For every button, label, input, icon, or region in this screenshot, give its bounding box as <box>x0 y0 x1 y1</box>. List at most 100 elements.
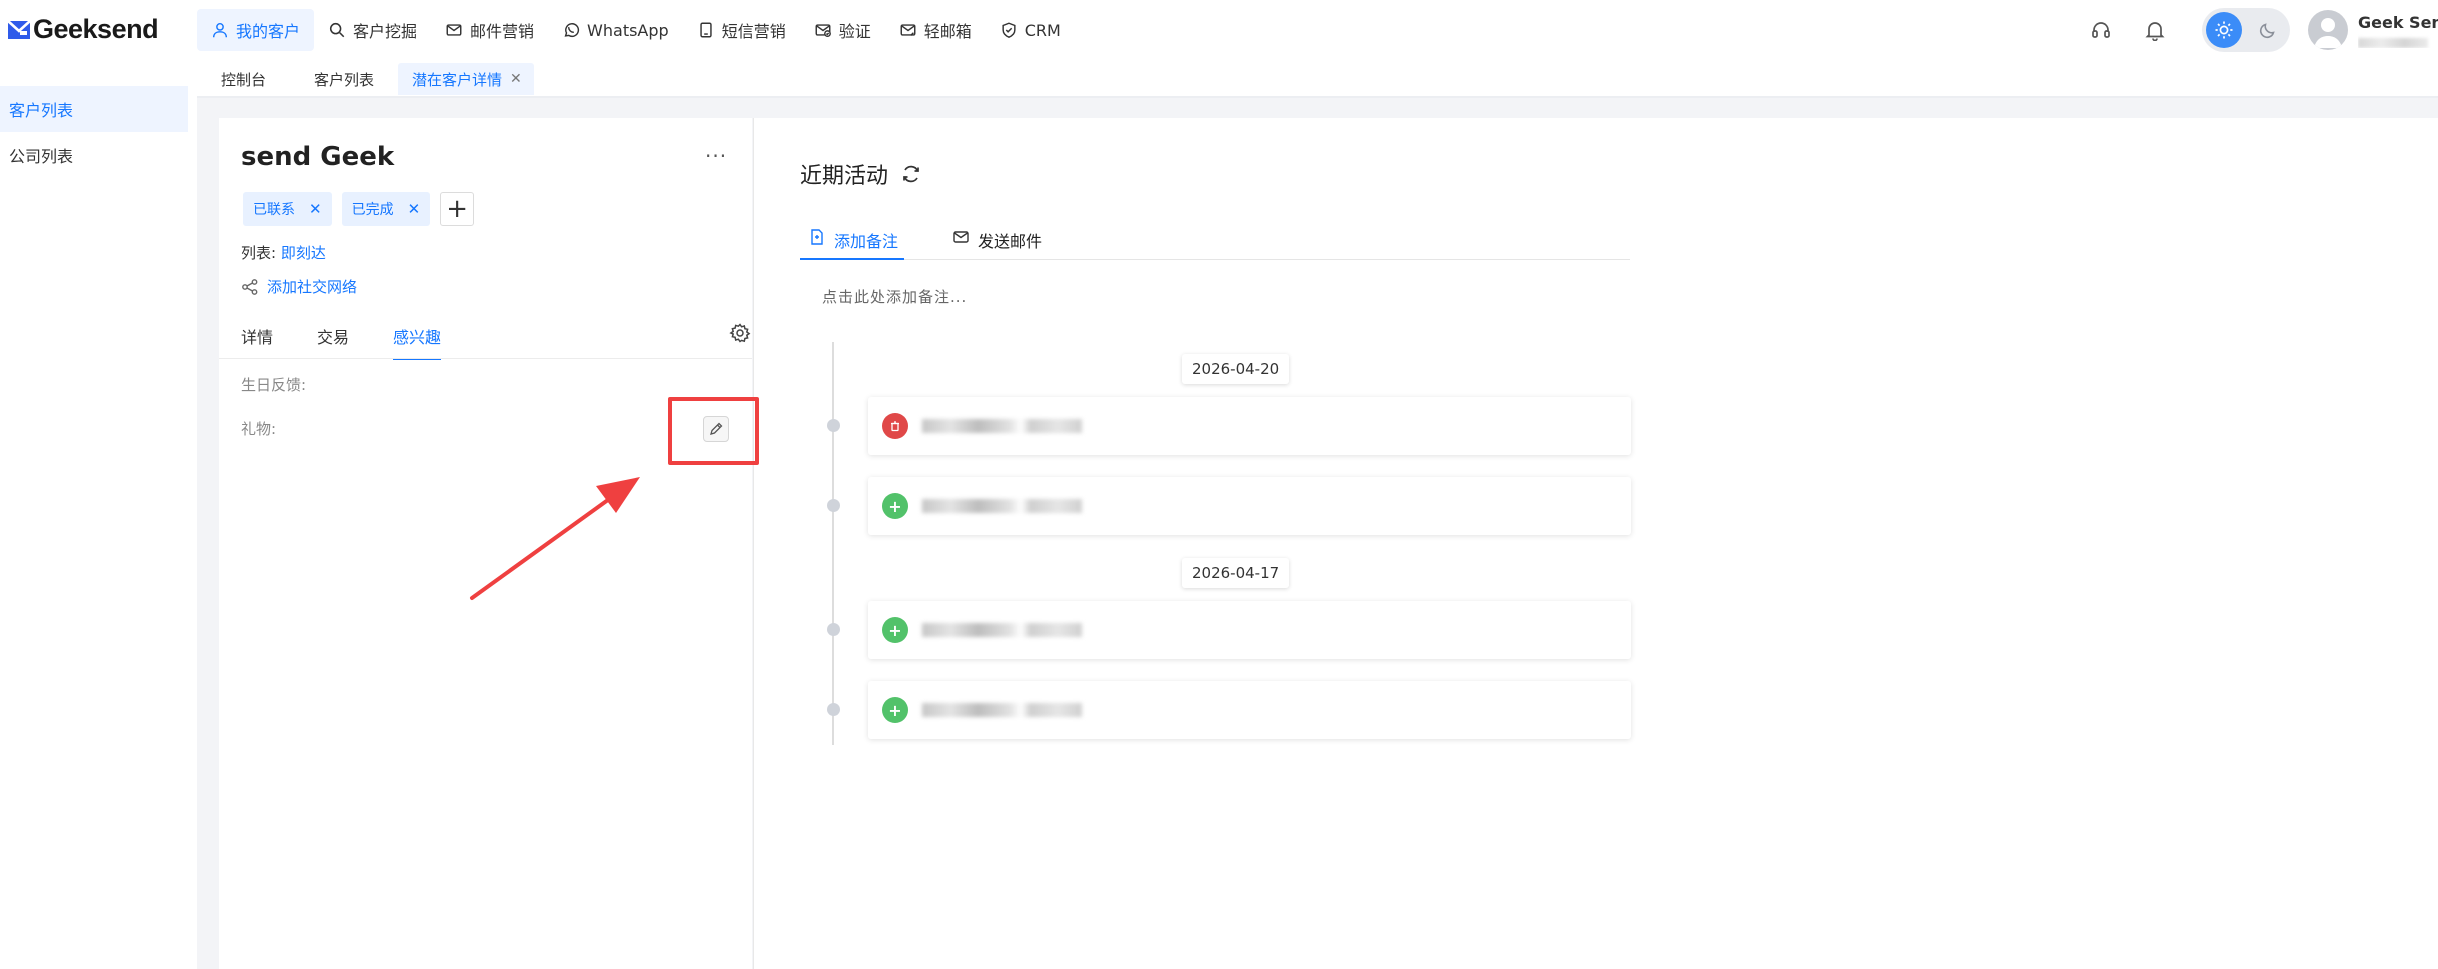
nav-email-marketing[interactable]: 邮件营销 <box>431 9 548 51</box>
tab-label: 添加备注 <box>834 232 899 251</box>
nav-label: 验证 <box>838 22 871 41</box>
redacted-entry-text <box>922 499 1082 513</box>
tab-label: 详情 <box>241 328 274 347</box>
highlight-box <box>668 397 759 465</box>
nav-label: 邮件营销 <box>470 22 535 41</box>
nav-verify[interactable]: 验证 <box>800 9 885 51</box>
tab-label: 感兴趣 <box>393 328 442 347</box>
page-tab-label: 潜在客户详情 <box>412 70 503 89</box>
brand-name: Geeksend <box>33 14 159 44</box>
timeline-date: 2026-04-17 <box>1182 558 1290 588</box>
avatar[interactable] <box>2308 10 2348 50</box>
nav-label: CRM <box>1024 20 1061 40</box>
headset-icon[interactable] <box>2090 19 2112 41</box>
nav-my-customers[interactable]: 我的客户 <box>197 9 315 51</box>
tab-deals[interactable]: 交易 <box>317 322 349 360</box>
timeline-dot <box>827 623 840 636</box>
page-tab-dashboard[interactable]: 控制台 <box>197 63 290 95</box>
sidebar-item-label: 公司列表 <box>9 147 74 166</box>
page-tab-label: 客户列表 <box>314 70 375 89</box>
light-mode-button[interactable] <box>2206 12 2242 48</box>
nav-crm[interactable]: CRM <box>986 9 1075 51</box>
redacted-entry-text <box>922 623 1082 637</box>
add-icon: + <box>882 697 908 723</box>
nav-customer-mining[interactable]: 客户挖掘 <box>314 9 431 51</box>
user-icon <box>212 22 228 38</box>
activity-entry[interactable] <box>868 397 1631 455</box>
tab-details[interactable]: 详情 <box>241 322 273 360</box>
nav-label: 我的客户 <box>236 22 301 41</box>
bell-icon[interactable] <box>2144 19 2166 41</box>
avatar-person-icon <box>2314 18 2342 48</box>
detail-tabs: 详情 交易 感兴趣 <box>241 322 485 360</box>
redacted-entry-text <box>922 703 1082 717</box>
more-options-button[interactable]: ··· <box>705 144 727 168</box>
tab-divider <box>219 358 752 359</box>
tag-label: 已完成 <box>351 202 394 218</box>
sidebar-item-label: 客户列表 <box>9 101 74 120</box>
tag-contacted[interactable]: 已联系 ✕ <box>243 192 332 226</box>
timeline-line <box>832 342 834 745</box>
tab-label: 交易 <box>317 328 350 347</box>
light-mail-icon <box>900 24 916 36</box>
page-tab-lead-detail[interactable]: 潜在客户详情 ✕ <box>398 63 534 95</box>
note-input[interactable]: 点击此处添加备注... <box>822 286 967 307</box>
nav-whatsapp[interactable]: WhatsApp <box>548 9 683 51</box>
tag-list: 已联系 ✕ 已完成 ✕ + <box>243 192 475 226</box>
user-name: Geek Send <box>2358 12 2438 32</box>
main-nav: 我的客户 客户挖掘 邮件营销 WhatsApp 短信营销 验证 轻邮箱 CRM <box>197 9 1075 51</box>
nav-light-mailbox[interactable]: 轻邮箱 <box>885 9 986 51</box>
logo-mark-icon <box>7 19 31 39</box>
list-label: 列表: <box>241 244 277 262</box>
refresh-icon[interactable] <box>900 163 922 185</box>
field-birthday-feedback: 生日反馈: <box>241 376 307 394</box>
dark-mode-button[interactable] <box>2250 12 2286 48</box>
theme-toggle[interactable] <box>2202 8 2290 52</box>
user-info[interactable]: Geek Send <box>2358 13 2438 48</box>
whatsapp-icon <box>564 23 580 38</box>
field-gift: 礼物: <box>241 420 277 438</box>
close-icon[interactable]: ✕ <box>510 71 522 87</box>
nav-label: 短信营销 <box>721 22 786 41</box>
activity-entry[interactable]: + <box>868 601 1631 659</box>
gear-icon[interactable] <box>729 322 751 344</box>
tab-interested[interactable]: 感兴趣 <box>393 322 442 360</box>
close-icon[interactable]: ✕ <box>309 200 322 218</box>
tab-add-note[interactable]: 添加备注 <box>800 222 905 260</box>
list-info: 列表: 即刻达 <box>241 242 326 263</box>
timeline-date: 2026-04-20 <box>1182 354 1290 384</box>
add-icon: + <box>882 493 908 519</box>
tab-send-email[interactable]: 发送邮件 <box>952 222 1042 260</box>
crm-icon <box>1002 22 1016 38</box>
activity-title-text: 近期活动 <box>800 164 889 189</box>
moon-icon <box>2259 23 2275 39</box>
activity-title: 近期活动 <box>800 158 922 190</box>
user-account-redacted <box>2358 37 2428 48</box>
list-link[interactable]: 即刻达 <box>281 244 326 262</box>
tag-completed[interactable]: 已完成 ✕ <box>341 192 431 226</box>
add-social-label: 添加社交网络 <box>267 278 358 296</box>
timeline-dot <box>827 703 840 716</box>
logo[interactable]: Geeksend <box>6 14 159 45</box>
add-tag-button[interactable]: + <box>440 192 475 226</box>
activity-panel: 近期活动 添加备注 发送邮件 点击此处添加备注... 2026-04-20 + … <box>753 118 2438 969</box>
share-icon <box>242 278 258 295</box>
page-tab-customer-list[interactable]: 客户列表 <box>290 63 398 95</box>
nav-sms-marketing[interactable]: 短信营销 <box>683 9 800 51</box>
add-social-link[interactable]: 添加社交网络 <box>241 276 357 297</box>
nav-label: WhatsApp <box>587 20 669 40</box>
nav-label: 轻邮箱 <box>923 22 972 41</box>
mail-icon <box>953 231 969 243</box>
timeline-dot <box>827 499 840 512</box>
redacted-entry-text <box>922 419 1082 433</box>
sidebar-item-company-list[interactable]: 公司列表 <box>0 132 188 178</box>
timeline-dot <box>827 419 840 432</box>
activity-entry[interactable]: + <box>868 477 1631 535</box>
sidebar-item-customer-list[interactable]: 客户列表 <box>0 86 188 132</box>
add-icon: + <box>882 617 908 643</box>
contact-panel: send Geek ··· 已联系 ✕ 已完成 ✕ + 列表: 即刻达 添加社交网络… <box>219 118 752 969</box>
activity-entry[interactable]: + <box>868 681 1631 739</box>
activity-tabs: 添加备注 发送邮件 <box>800 222 1630 260</box>
close-icon[interactable]: ✕ <box>408 200 421 218</box>
plus-icon: + <box>446 194 469 224</box>
